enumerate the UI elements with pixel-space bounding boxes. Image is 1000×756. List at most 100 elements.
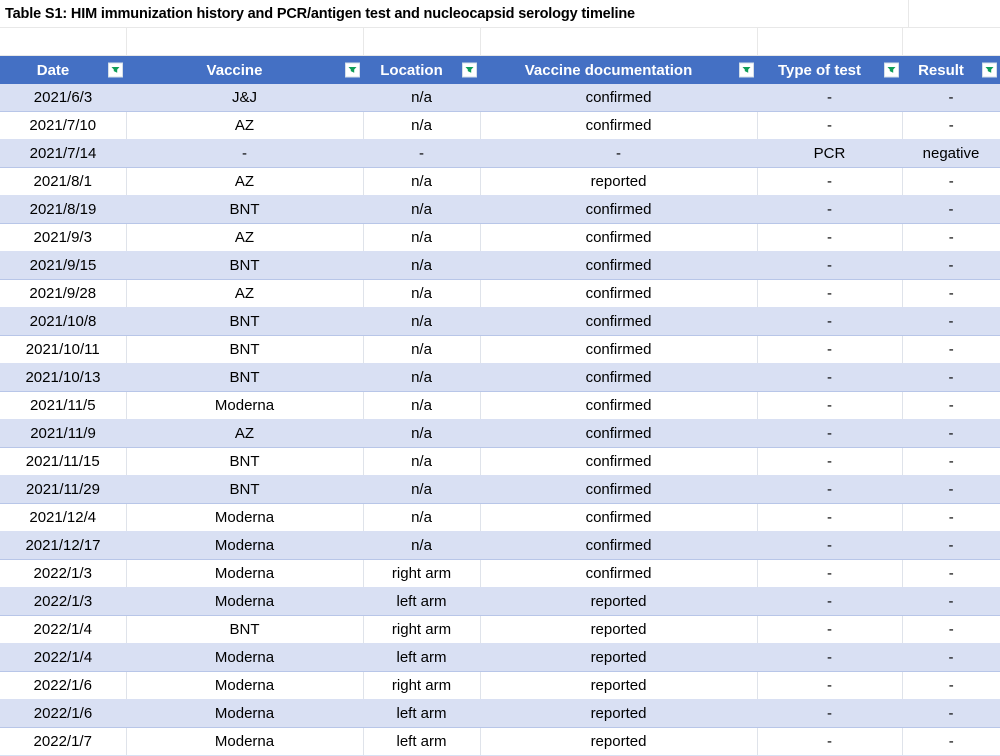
cell-documentation[interactable]: confirmed (479, 111, 758, 140)
cell-result[interactable]: - (902, 195, 1000, 224)
cell-documentation[interactable]: confirmed (480, 363, 757, 392)
cell-date[interactable]: 2021/9/3 (0, 223, 127, 252)
table-row[interactable]: 2022/1/4 Moderna left arm reported - - (0, 643, 1000, 672)
cell-vaccine[interactable]: AZ (125, 111, 364, 140)
cell-documentation[interactable]: reported (479, 167, 758, 196)
cell-vaccine[interactable]: BNT (126, 475, 363, 504)
table-row[interactable]: 2021/9/3 AZ n/a confirmed - - (0, 223, 1000, 252)
cell-date[interactable]: 2021/11/5 (0, 391, 127, 420)
cell-result[interactable]: negative (902, 139, 1000, 168)
cell-documentation[interactable]: - (480, 139, 757, 168)
cell-type-of-test[interactable]: - (757, 307, 902, 336)
cell-date[interactable]: 2021/8/19 (0, 195, 126, 224)
cell-result[interactable]: - (902, 587, 1000, 616)
cell-result[interactable]: - (901, 111, 1000, 140)
cell-date[interactable]: 2021/9/15 (0, 251, 126, 280)
cell-date[interactable]: 2021/12/4 (0, 503, 127, 532)
cell-date[interactable]: 2022/1/3 (0, 587, 126, 616)
cell-date[interactable]: 2022/1/6 (0, 671, 127, 700)
table-row[interactable]: 2022/1/7 Moderna left arm reported - - (0, 727, 1000, 756)
cell-result[interactable]: - (901, 279, 1000, 308)
cell-type-of-test[interactable]: - (757, 83, 902, 112)
cell-vaccine[interactable]: Moderna (125, 727, 364, 756)
cell-type-of-test[interactable]: - (756, 279, 903, 308)
cell-date[interactable]: 2021/11/15 (0, 447, 127, 476)
cell-location[interactable]: n/a (363, 475, 480, 504)
cell-type-of-test[interactable]: - (757, 419, 902, 448)
cell-location[interactable]: n/a (363, 531, 480, 560)
cell-date[interactable]: 2021/12/17 (0, 531, 126, 560)
cell-location[interactable]: n/a (363, 419, 480, 448)
cell-location[interactable]: right arm (362, 671, 481, 700)
cell-vaccine[interactable]: - (126, 139, 363, 168)
table-row[interactable]: 2021/7/14- - - PCR negative (0, 139, 1000, 168)
cell-vaccine[interactable]: Moderna (125, 503, 364, 532)
table-row[interactable]: 2022/1/6 Moderna right arm reported - - (0, 671, 1000, 700)
cell-location[interactable]: n/a (362, 391, 481, 420)
cell-type-of-test[interactable]: - (756, 167, 903, 196)
cell-location[interactable]: left arm (362, 727, 481, 756)
cell-result[interactable]: - (901, 503, 1000, 532)
table-row[interactable]: 2022/1/4 BNT right arm reported - - (0, 615, 1000, 644)
cell-date[interactable]: 2021/7/10 (0, 111, 127, 140)
cell-vaccine[interactable]: Moderna (126, 643, 363, 672)
cell-documentation[interactable]: reported (479, 671, 758, 700)
cell-documentation[interactable]: reported (479, 727, 758, 756)
cell-type-of-test[interactable]: - (756, 615, 903, 644)
filter-dropdown-icon[interactable] (462, 62, 477, 78)
cell-documentation[interactable]: confirmed (479, 391, 758, 420)
cell-documentation[interactable]: confirmed (480, 419, 757, 448)
cell-type-of-test[interactable]: - (756, 391, 903, 420)
table-row[interactable]: 2021/10/8 BNT n/a confirmed - - (0, 307, 1000, 336)
cell-result[interactable]: - (901, 559, 1000, 588)
cell-type-of-test[interactable]: PCR (757, 139, 902, 168)
cell-result[interactable]: - (902, 83, 1000, 112)
column-header-documentation[interactable]: Vaccine documentation (480, 56, 757, 84)
column-header-result[interactable]: Result (902, 56, 1000, 84)
filter-dropdown-icon[interactable] (982, 62, 997, 78)
cell-vaccine[interactable]: AZ (125, 167, 364, 196)
table-row[interactable]: 2021/6/3 J&J n/a confirmed - - (0, 83, 1000, 112)
cell-vaccine[interactable]: BNT (125, 447, 364, 476)
filter-dropdown-icon[interactable] (345, 62, 360, 78)
cell-type-of-test[interactable]: - (756, 559, 903, 588)
cell-vaccine[interactable]: BNT (126, 307, 363, 336)
filter-dropdown-icon[interactable] (108, 62, 123, 78)
column-header-type-of-test[interactable]: Type of test (757, 56, 902, 84)
cell-location[interactable]: n/a (363, 83, 480, 112)
cell-result[interactable]: - (901, 447, 1000, 476)
cell-type-of-test[interactable]: - (756, 111, 903, 140)
cell-location[interactable]: n/a (362, 223, 481, 252)
cell-location[interactable]: n/a (362, 111, 481, 140)
table-row[interactable]: 2021/12/17 Moderna n/a confirmed - - (0, 531, 1000, 560)
cell-result[interactable]: - (901, 335, 1000, 364)
cell-date[interactable]: 2021/9/28 (0, 279, 127, 308)
table-row[interactable]: 2021/8/1 AZ n/a reported - - (0, 167, 1000, 196)
table-row[interactable]: 2021/12/4 Moderna n/a confirmed - - (0, 503, 1000, 532)
cell-result[interactable]: - (901, 727, 1000, 756)
table-row[interactable]: 2021/9/28 AZ n/a confirmed - - (0, 279, 1000, 308)
cell-type-of-test[interactable]: - (756, 671, 903, 700)
cell-documentation[interactable]: confirmed (480, 251, 757, 280)
cell-result[interactable]: - (901, 615, 1000, 644)
cell-result[interactable]: - (902, 251, 1000, 280)
cell-vaccine[interactable]: J&J (126, 83, 363, 112)
cell-documentation[interactable]: reported (480, 587, 757, 616)
cell-result[interactable]: - (902, 363, 1000, 392)
cell-vaccine[interactable]: BNT (126, 251, 363, 280)
cell-location[interactable]: left arm (363, 587, 480, 616)
table-row[interactable]: 2021/11/15 BNT n/a confirmed - - (0, 447, 1000, 476)
cell-date[interactable]: 2021/11/29 (0, 475, 126, 504)
table-row[interactable]: 2021/11/5 Moderna n/a confirmed - - (0, 391, 1000, 420)
cell-result[interactable]: - (902, 475, 1000, 504)
cell-documentation[interactable]: confirmed (479, 447, 758, 476)
cell-documentation[interactable]: confirmed (480, 83, 757, 112)
cell-result[interactable]: - (901, 223, 1000, 252)
cell-date[interactable]: 2022/1/4 (0, 643, 126, 672)
cell-type-of-test[interactable]: - (756, 223, 903, 252)
cell-vaccine[interactable]: Moderna (126, 531, 363, 560)
cell-result[interactable]: - (902, 531, 1000, 560)
cell-location[interactable]: n/a (363, 307, 480, 336)
cell-date[interactable]: 2022/1/6 (0, 699, 126, 728)
column-header-vaccine[interactable]: Vaccine (126, 56, 363, 84)
